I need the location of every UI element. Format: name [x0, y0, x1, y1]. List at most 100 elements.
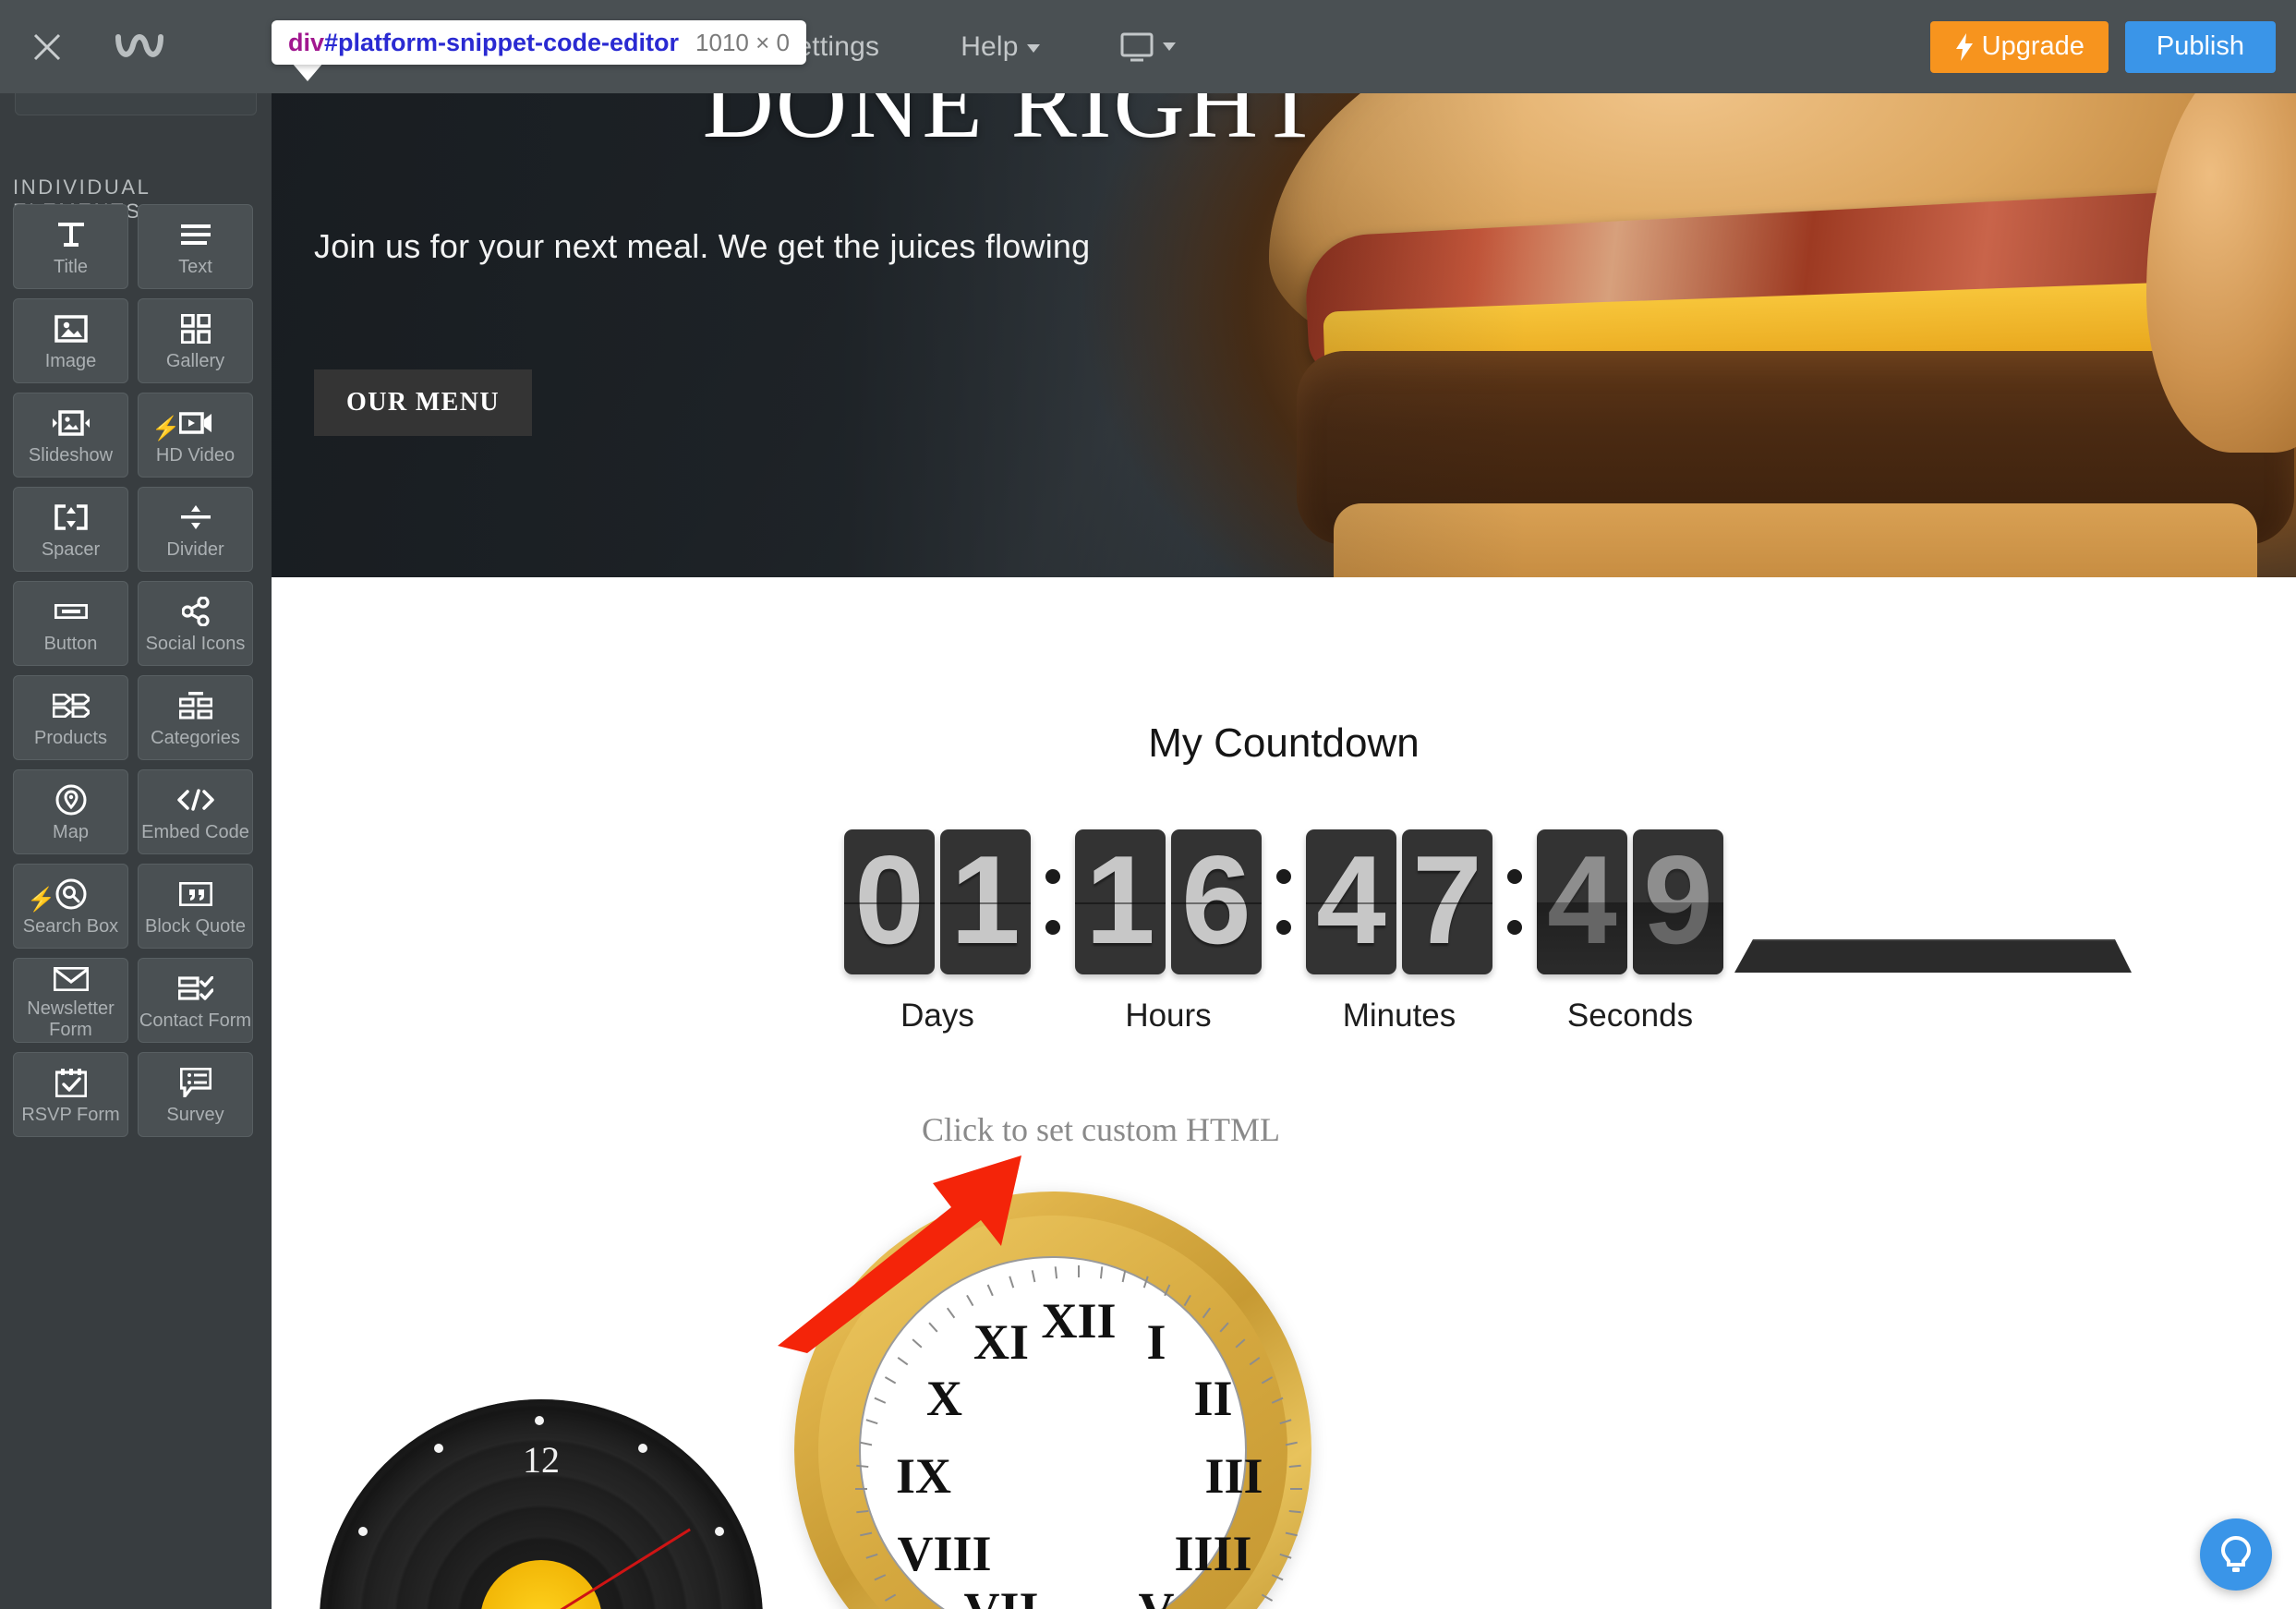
separator-dot	[1045, 920, 1060, 935]
element-tile-hd-video[interactable]: ⚡ HD Video	[138, 393, 253, 478]
flip-lower-half: 4	[1537, 901, 1627, 974]
element-tile-label: Gallery	[165, 351, 225, 371]
element-tile-title[interactable]: Title	[13, 204, 128, 289]
clock-tick	[1078, 1265, 1080, 1277]
clock-tick	[865, 1553, 878, 1559]
clock-tick	[1279, 1419, 1292, 1425]
flip-digit: 1	[1085, 829, 1155, 970]
element-tile-label: Embed Code	[141, 822, 249, 842]
envelope-icon	[53, 963, 89, 995]
flip-split-line	[1402, 901, 1492, 904]
countdown-unit-label: Hours	[1125, 998, 1212, 1034]
element-tile-social-icons[interactable]: Social Icons	[138, 581, 253, 666]
countdown-unit-minutes: 4 7 Minutes	[1306, 829, 1492, 1034]
price-tags-icon	[52, 690, 90, 721]
element-tile-divider[interactable]: Divider	[138, 487, 253, 572]
upgrade-button[interactable]: Upgrade	[1929, 20, 2109, 73]
element-tile-label: Newsletter Form	[27, 998, 115, 1040]
site-preview-canvas[interactable]: DONE RIGHT Join us for your next meal. W…	[272, 0, 2296, 1609]
clock-dot	[434, 1444, 443, 1453]
selected-element-badge: div #platform-snippet-code-editor 1010 × …	[272, 20, 806, 65]
clock-tick	[884, 1376, 897, 1385]
clock-roman-numeral: III	[1204, 1448, 1263, 1504]
elements-sidebar[interactable]: INDIVIDUAL ELEMENTS TitleTextImageGaller…	[0, 93, 272, 1609]
element-tile-gallery[interactable]: Gallery	[138, 298, 253, 383]
clock-tick	[855, 1488, 867, 1490]
clock-tick	[874, 1574, 887, 1581]
clock-tick	[1288, 1509, 1301, 1514]
nav-help[interactable]: Help	[920, 31, 1081, 63]
clock-tick	[1054, 1266, 1058, 1279]
clock-tick	[928, 1322, 938, 1333]
element-tile-label: Image	[44, 351, 97, 371]
sidebar-search-input[interactable]	[15, 93, 257, 115]
clock-roman-numeral: XII	[1041, 1293, 1117, 1349]
flip-lower-half: 9	[1633, 901, 1723, 974]
clock-tick	[1290, 1488, 1302, 1490]
separator-dot	[1276, 920, 1291, 935]
element-tile-rsvp-form[interactable]: RSVP Form	[13, 1052, 128, 1137]
flip-split-line	[1171, 901, 1262, 904]
flip-card: 1	[1075, 829, 1166, 974]
element-tile-text[interactable]: Text	[138, 204, 253, 289]
clock-tick	[966, 1294, 974, 1307]
element-tile-block-quote[interactable]: Block Quote	[138, 864, 253, 949]
element-tile-categories[interactable]: Categories	[138, 675, 253, 760]
device-preview-selector[interactable]	[1119, 31, 1176, 63]
flip-split-line	[1306, 901, 1396, 904]
element-tile-spacer[interactable]: Spacer	[13, 487, 128, 572]
slideshow-icon	[52, 407, 91, 439]
element-tile-label: Map	[53, 822, 89, 842]
clock-dot	[715, 1527, 724, 1536]
element-tile-label: Slideshow	[28, 445, 114, 466]
element-tile-newsletter-form[interactable]: Newsletter Form	[13, 958, 128, 1043]
clock-tick	[1285, 1441, 1298, 1446]
custom-html-prompt[interactable]: Click to set custom HTML	[778, 1110, 1424, 1149]
element-tile-button[interactable]: Button	[13, 581, 128, 666]
element-tile-products[interactable]: Products	[13, 675, 128, 760]
chevron-down-icon	[1026, 43, 1040, 53]
title-t-icon	[55, 219, 87, 250]
element-tile-map[interactable]: Map	[13, 769, 128, 854]
help-tips-button[interactable]	[2200, 1518, 2272, 1591]
flip-card: 0	[844, 829, 935, 974]
hero-subtitle[interactable]: Join us for your next meal. We get the j…	[314, 227, 1090, 266]
countdown-widget[interactable]: My Countdown 01Days16Hours47Minutes4499S…	[272, 577, 2296, 1113]
countdown-cards: 47	[1306, 829, 1492, 974]
element-tile-slideshow[interactable]: Slideshow	[13, 393, 128, 478]
element-tile-label: HD Video	[155, 445, 236, 466]
code-brackets-icon	[176, 784, 214, 816]
clock-tick	[1009, 1276, 1015, 1288]
flip-card: 1	[940, 829, 1031, 974]
clock-roman-numeral: IIII	[1174, 1526, 1252, 1581]
our-menu-button[interactable]: OUR MENU	[314, 369, 532, 436]
weebly-logo-icon[interactable]	[93, 0, 186, 93]
flip-split-line	[1075, 901, 1166, 904]
flip-split-line	[844, 901, 935, 904]
countdown-title[interactable]: My Countdown	[272, 720, 2296, 767]
map-pin-icon	[55, 784, 87, 816]
countdown-unit-label: Minutes	[1342, 998, 1456, 1034]
element-tile-embed-code[interactable]: Embed Code	[138, 769, 253, 854]
clock-tick	[865, 1419, 878, 1425]
selector-dimensions: 1010 × 0	[695, 28, 790, 56]
publish-button[interactable]: Publish	[2124, 20, 2276, 73]
element-tile-label: Search Box	[22, 916, 119, 937]
roman-numeral-clock-icon[interactable]: XIIIIIIIIIIIIVVIVIIVIIIIXXXI	[794, 1192, 1311, 1609]
element-tile-survey[interactable]: Survey	[138, 1052, 253, 1137]
clock-tick	[1288, 1464, 1301, 1469]
vinyl-record-clock-icon[interactable]: 12	[320, 1399, 763, 1609]
clock-tick	[1261, 1593, 1274, 1602]
search-circle-icon	[55, 878, 87, 910]
element-tile-search-box[interactable]: ⚡ Search Box	[13, 864, 128, 949]
separator-dot	[1507, 869, 1522, 884]
clock-roman-numeral: XI	[973, 1313, 1030, 1370]
clock-tick	[856, 1509, 869, 1514]
element-tile-contact-form[interactable]: Contact Form	[138, 958, 253, 1043]
countdown-separator	[1492, 829, 1537, 974]
monitor-icon	[1120, 32, 1154, 61]
clock-tick	[1271, 1574, 1284, 1581]
close-icon[interactable]	[0, 0, 93, 93]
element-tile-image[interactable]: Image	[13, 298, 128, 383]
lightning-bolt-icon	[1955, 32, 1973, 61]
